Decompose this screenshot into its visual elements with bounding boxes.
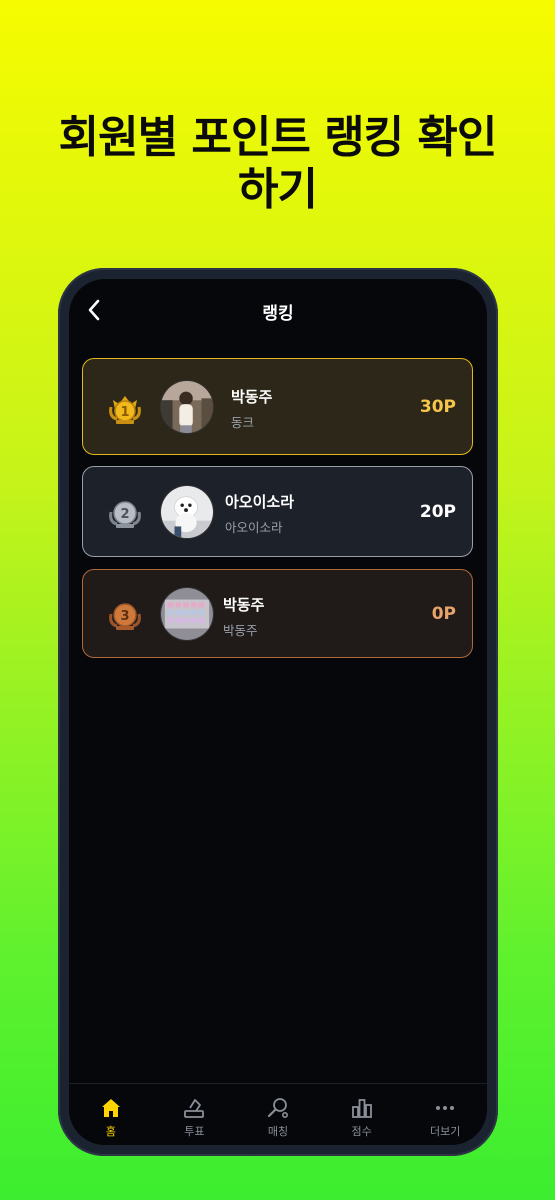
home-icon	[101, 1099, 120, 1117]
nav-label-more: 더보기	[429, 1125, 461, 1138]
nav-label-score: 점수	[351, 1125, 372, 1138]
phone-frame: 랭킹 1 박동주 동크 30P 2 아오이소라 아오이소라 20P 3 박동주 …	[58, 268, 498, 1156]
avatar	[160, 484, 214, 539]
screen-title: 랭킹	[262, 304, 294, 324]
member-name: 박동주	[223, 596, 265, 614]
ranking-card-2[interactable]: 2 아오이소라 아오이소라 20P	[82, 466, 473, 557]
nav-item-score[interactable]: 점수	[320, 1084, 404, 1145]
racket-icon	[267, 1098, 288, 1118]
promo-headline: 회원별 포인트 랭킹 확인 하기	[0, 112, 555, 216]
more-icon	[436, 1106, 455, 1110]
ranking-card-3[interactable]: 3 박동주 박동주 0P	[82, 569, 473, 658]
nav-item-matching[interactable]: 매칭	[236, 1084, 320, 1145]
member-points: 0P	[431, 604, 456, 624]
member-points: 30P	[419, 397, 456, 417]
nav-item-home[interactable]: 홈	[69, 1084, 153, 1145]
gold-medal-icon: 1	[109, 395, 141, 424]
bottom-nav: 홈 투표 매칭 점수 더보기	[69, 1083, 487, 1145]
nav-item-vote[interactable]: 투표	[153, 1084, 237, 1145]
app-screen: 랭킹 1 박동주 동크 30P 2 아오이소라 아오이소라 20P 3 박동주 …	[69, 279, 487, 1145]
bronze-medal-icon: 3	[109, 602, 141, 630]
member-name: 아오이소라	[225, 493, 295, 511]
member-name: 박동주	[231, 388, 273, 406]
member-nickname: 아오이소라	[225, 520, 283, 535]
ranking-card-1[interactable]: 1 박동주 동크 30P	[82, 358, 473, 455]
promo-headline-line2: 하기	[238, 164, 318, 215]
promo-headline-line1: 회원별 포인트 랭킹 확인	[58, 112, 498, 163]
medal-rank-2: 2	[120, 507, 129, 522]
vote-icon	[184, 1099, 205, 1118]
nav-item-more[interactable]: 더보기	[403, 1084, 487, 1145]
avatar	[160, 379, 214, 434]
nav-label-matching: 매칭	[267, 1125, 289, 1138]
nav-label-vote: 투표	[184, 1125, 205, 1138]
silver-medal-icon: 2	[109, 500, 141, 528]
member-nickname: 동크	[231, 415, 255, 430]
medal-rank-1: 1	[120, 405, 129, 420]
chart-icon	[351, 1099, 372, 1118]
medal-rank-3: 3	[120, 609, 129, 624]
top-bar: 랭킹	[69, 279, 487, 339]
member-points: 20P	[419, 502, 456, 522]
nav-label-home: 홈	[105, 1125, 116, 1138]
avatar	[160, 586, 214, 641]
member-nickname: 박동주	[223, 623, 258, 638]
